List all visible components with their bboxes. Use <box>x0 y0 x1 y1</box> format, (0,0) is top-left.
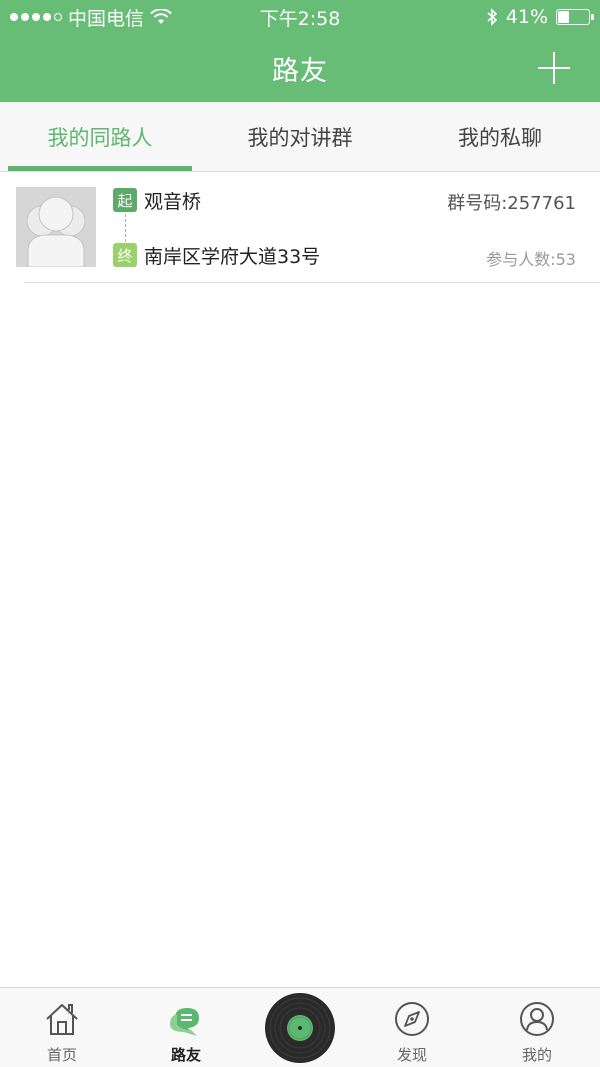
vinyl-record-icon <box>265 993 335 1063</box>
group-code: 群号码:257761 <box>447 193 576 214</box>
battery-icon <box>556 9 594 25</box>
page-title: 路友 <box>272 55 328 87</box>
tabbar-item-friends[interactable]: 路友 <box>136 988 236 1067</box>
bluetooth-icon <box>487 8 497 26</box>
list-divider <box>24 282 600 283</box>
user-icon <box>520 1002 554 1036</box>
tabbar-label-home: 首页 <box>46 1046 77 1064</box>
end-badge: 终 <box>113 243 137 267</box>
battery-fill <box>558 11 570 23</box>
compass-icon <box>395 1002 429 1036</box>
app-screen: 中国电信 下午2:58 41% 路友 我的同路人 我的对讲群 我的私聊 起 终 … <box>0 0 600 1067</box>
list-item[interactable]: 起 终 观音桥 南岸区学府大道33号 群号码:257761 参与人数:53 <box>0 172 600 283</box>
member-count: 参与人数:53 <box>486 250 576 269</box>
tab-private-chats[interactable]: 我的私聊 <box>400 102 600 171</box>
carrier-name: 中国电信 <box>68 7 145 30</box>
plus-icon[interactable] <box>538 52 570 84</box>
tab-intercom-groups[interactable]: 我的对讲群 <box>200 102 400 171</box>
status-left: 中国电信 <box>10 4 220 31</box>
status-bar: 中国电信 下午2:58 41% <box>0 0 600 34</box>
tabbar-item-home[interactable]: 首页 <box>12 988 112 1067</box>
tabbar-label-friends: 路友 <box>170 1046 201 1064</box>
tab-fellow-travelers[interactable]: 我的同路人 <box>0 102 200 171</box>
avatar <box>16 187 96 267</box>
status-time: 下午2:58 <box>259 7 341 30</box>
tabbar-label-discover: 发现 <box>396 1046 427 1064</box>
tabbar-item-me[interactable]: 我的 <box>487 988 587 1067</box>
home-icon <box>46 1004 78 1035</box>
segment-tabs: 我的同路人 我的对讲群 我的私聊 <box>0 102 600 172</box>
status-right: 41% <box>380 6 594 28</box>
battery-percent: 41% <box>505 6 548 28</box>
end-location: 南岸区学府大道33号 <box>144 246 321 268</box>
tabbar-label-me: 我的 <box>521 1046 552 1064</box>
start-location: 观音桥 <box>144 191 202 213</box>
start-badge: 起 <box>113 188 137 212</box>
default-avatar-icon <box>16 187 96 267</box>
nav-bar: 路友 <box>0 34 600 102</box>
tabbar-item-discover[interactable]: 发现 <box>362 988 462 1067</box>
wifi-icon <box>150 9 172 24</box>
center-record-button[interactable] <box>264 992 336 1064</box>
route-connector <box>125 214 126 242</box>
signal-icon <box>10 13 62 21</box>
active-tab-indicator <box>8 166 192 171</box>
chat-bubbles-icon <box>170 1008 199 1036</box>
